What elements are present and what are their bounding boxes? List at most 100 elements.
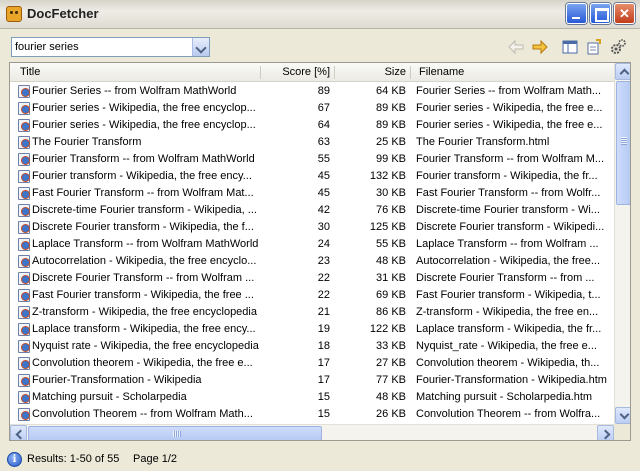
table-row[interactable]: Discrete Fourier transform - Wikipedia, …	[10, 219, 614, 236]
result-filename: Discrete Fourier Transform -- from ...	[416, 272, 595, 284]
result-score: 17	[317, 374, 330, 386]
result-title: Autocorrelation - Wikipedia, the free en…	[32, 255, 257, 267]
result-score: 45	[317, 170, 330, 182]
scroll-left-button[interactable]	[10, 425, 27, 440]
column-header-filename[interactable]: Filename	[419, 63, 464, 82]
html-document-icon	[18, 102, 30, 115]
result-title: Laplace Transform -- from Wolfram MathWo…	[32, 238, 259, 250]
table-row[interactable]: Fourier series - Wikipedia, the free enc…	[10, 117, 614, 134]
scroll-right-button[interactable]	[597, 425, 614, 440]
html-document-icon	[18, 255, 30, 268]
result-size: 76 KB	[376, 204, 406, 216]
result-title: Z-transform - Wikipedia, the free encycl…	[32, 306, 257, 318]
table-row[interactable]: Autocorrelation - Wikipedia, the free en…	[10, 253, 614, 270]
table-row[interactable]: Fast Fourier transform - Wikipedia, the …	[10, 287, 614, 304]
html-document-icon	[18, 306, 30, 319]
result-score: 45	[317, 187, 330, 199]
result-score: 22	[317, 289, 330, 301]
table-row[interactable]: Fourier Series -- from Wolfram MathWorld…	[10, 83, 614, 100]
html-document-icon	[18, 238, 30, 251]
scroll-up-button[interactable]	[615, 63, 630, 80]
table-row[interactable]: Nyquist rate - Wikipedia, the free encyc…	[10, 338, 614, 355]
result-size: 77 KB	[376, 374, 406, 386]
result-score: 17	[317, 357, 330, 369]
vertical-scroll-thumb[interactable]	[616, 81, 630, 205]
result-score: 89	[317, 85, 330, 97]
table-row[interactable]: Fast Fourier Transform -- from Wolfram M…	[10, 185, 614, 202]
result-size: 89 KB	[376, 102, 406, 114]
result-filename: Autocorrelation - Wikipedia, the free...	[416, 255, 601, 267]
html-document-icon	[18, 272, 30, 285]
table-row[interactable]: The Fourier Transform 63 25 KB The Fourier …	[10, 134, 614, 151]
scroll-down-button[interactable]	[615, 407, 630, 424]
vertical-scrollbar[interactable]	[614, 63, 630, 424]
column-header-title[interactable]: Title	[20, 63, 40, 82]
maximize-icon	[591, 4, 610, 23]
close-button[interactable]: ✕	[614, 3, 635, 24]
result-title: The Fourier Transform	[32, 136, 142, 148]
window-title: DocFetcher	[27, 6, 99, 21]
table-row[interactable]: Fourier transform - Wikipedia, the free …	[10, 168, 614, 185]
table-row[interactable]: Convolution Theorem -- from Wolfram Math…	[10, 406, 614, 423]
forward-arrow-icon[interactable]	[532, 39, 548, 55]
html-document-icon	[18, 170, 30, 183]
table-row[interactable]: Discrete Fourier Transform -- from Wolfr…	[10, 270, 614, 287]
result-filename: Discrete Fourier transform - Wikipedi...	[416, 221, 605, 233]
column-divider[interactable]	[410, 66, 411, 79]
maximize-button[interactable]	[590, 3, 611, 24]
table-row[interactable]: Laplace Transform -- from Wolfram MathWo…	[10, 236, 614, 253]
minimize-button[interactable]	[566, 3, 587, 24]
search-history-dropdown-button[interactable]	[192, 38, 209, 56]
result-filename: Discrete-time Fourier transform - Wi...	[416, 204, 600, 216]
result-title: Fast Fourier Transform -- from Wolfram M…	[32, 187, 254, 199]
result-size: 69 KB	[376, 289, 406, 301]
result-filename: Convolution Theorem -- from Wolfra...	[416, 408, 601, 420]
results-count: Results: 1-50 of 55	[27, 453, 120, 465]
table-row[interactable]: Laplace transform - Wikipedia, the free …	[10, 321, 614, 338]
table-row[interactable]: Fourier series - Wikipedia, the free enc…	[10, 100, 614, 117]
search-input[interactable]	[12, 38, 191, 56]
result-filename: Matching pursuit - Scholarpedia.htm	[416, 391, 593, 403]
html-document-icon	[18, 374, 30, 387]
html-document-icon	[18, 153, 30, 166]
result-size: 89 KB	[376, 119, 406, 131]
column-divider[interactable]	[260, 66, 261, 79]
table-row[interactable]: Fourier-Transformation - Wikipedia 17 77 K…	[10, 372, 614, 389]
result-score: 21	[317, 306, 330, 318]
result-title: Discrete Fourier Transform -- from Wolfr…	[32, 272, 255, 284]
result-title: Fourier Transform -- from Wolfram MathWo…	[32, 153, 255, 165]
horizontal-scrollbar[interactable]	[10, 424, 614, 440]
column-header-score[interactable]: Score [%]	[266, 63, 330, 82]
back-arrow-icon[interactable]	[508, 39, 524, 55]
layout-view-icon[interactable]	[562, 39, 578, 55]
table-row[interactable]: Z-transform - Wikipedia, the free encycl…	[10, 304, 614, 321]
result-score: 64	[317, 119, 330, 131]
result-score: 23	[317, 255, 330, 267]
search-combobox[interactable]	[11, 37, 210, 57]
result-title: Convolution theorem - Wikipedia, the fre…	[32, 357, 253, 369]
result-title: Discrete Fourier transform - Wikipedia, …	[32, 221, 254, 233]
result-score: 18	[317, 340, 330, 352]
result-filename: The Fourier Transform.html	[416, 136, 550, 148]
column-header-size[interactable]: Size	[336, 63, 406, 82]
result-filename: Convolution theorem - Wikipedia, th...	[416, 357, 600, 369]
result-title: Nyquist rate - Wikipedia, the free encyc…	[32, 340, 259, 352]
result-score: 15	[317, 391, 330, 403]
result-filename: Fast Fourier transform - Wikipedia, t...	[416, 289, 601, 301]
result-title: Laplace transform - Wikipedia, the free …	[32, 323, 256, 335]
column-divider[interactable]	[334, 66, 335, 79]
preferences-icon[interactable]	[586, 39, 602, 55]
table-row[interactable]: Fourier Transform -- from Wolfram MathWo…	[10, 151, 614, 168]
table-header: Title Score [%] Size Filename	[10, 63, 614, 82]
results-table: Title Score [%] Size Filename Fourier Se…	[9, 62, 631, 441]
result-score: 15	[317, 408, 330, 420]
result-filename: Laplace Transform -- from Wolfram ...	[416, 238, 599, 250]
horizontal-scroll-thumb[interactable]	[28, 426, 322, 440]
gear-icon[interactable]	[610, 39, 626, 55]
docfetcher-app-icon[interactable]	[6, 6, 22, 22]
html-document-icon	[18, 323, 30, 336]
table-row[interactable]: Discrete-time Fourier transform - Wikipe…	[10, 202, 614, 219]
table-row[interactable]: Matching pursuit - Scholarpedia 15 48 KB Ma…	[10, 389, 614, 406]
table-row[interactable]: Convolution theorem - Wikipedia, the fre…	[10, 355, 614, 372]
result-filename: Fourier series - Wikipedia, the free e..…	[416, 119, 603, 131]
